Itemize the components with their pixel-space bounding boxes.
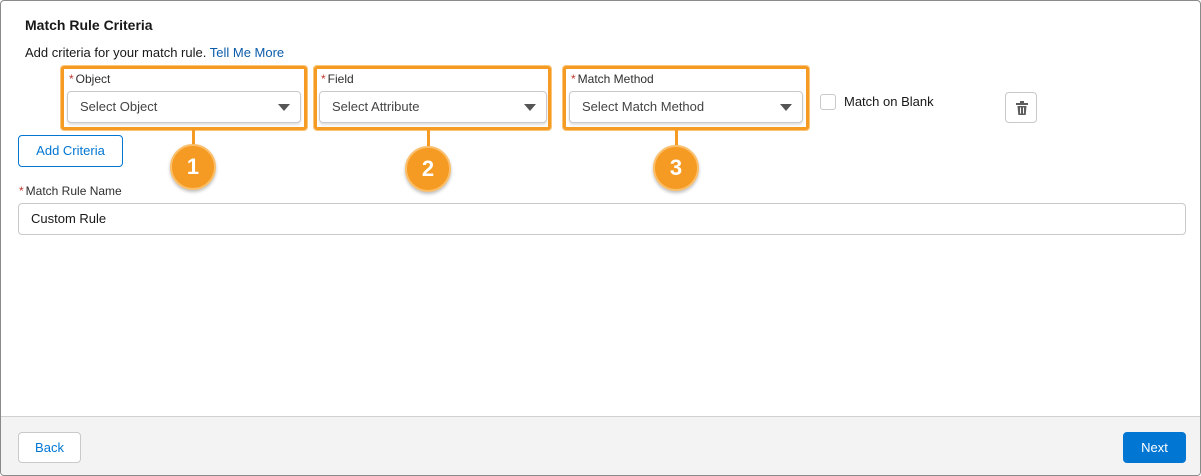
match-on-blank-label: Match on Blank bbox=[844, 94, 934, 109]
back-button[interactable]: Back bbox=[18, 432, 81, 463]
next-button[interactable]: Next bbox=[1123, 432, 1186, 463]
field-select-value: Select Attribute bbox=[332, 99, 420, 114]
callout-badge-2: 2 bbox=[405, 146, 451, 192]
object-field-label: * Object bbox=[69, 72, 110, 86]
field-select[interactable]: Select Attribute bbox=[319, 91, 547, 123]
field-label-text: Field bbox=[327, 72, 354, 86]
match-method-field-label: * Match Method bbox=[571, 72, 654, 86]
required-mark: * bbox=[321, 72, 326, 86]
required-mark: * bbox=[69, 72, 74, 86]
caret-down-icon bbox=[278, 104, 290, 111]
page-subtitle: Add criteria for your match rule. Tell M… bbox=[25, 45, 284, 60]
match-rule-panel: Match Rule Criteria Add criteria for you… bbox=[0, 0, 1201, 476]
page-title: Match Rule Criteria bbox=[25, 17, 153, 33]
match-on-blank-checkbox[interactable] bbox=[820, 94, 836, 110]
match-method-select-value: Select Match Method bbox=[582, 99, 705, 114]
rule-name-input[interactable]: Custom Rule bbox=[18, 203, 1186, 235]
trash-icon bbox=[1016, 101, 1028, 115]
footer-bar: Back Next bbox=[1, 416, 1200, 475]
caret-down-icon bbox=[524, 104, 536, 111]
match-method-label-text: Match Method bbox=[577, 72, 654, 86]
object-select[interactable]: Select Object bbox=[67, 91, 301, 123]
match-method-select[interactable]: Select Match Method bbox=[569, 91, 803, 123]
rule-name-label: * Match Rule Name bbox=[19, 184, 122, 198]
callout-badge-3: 3 bbox=[653, 145, 699, 191]
object-label-text: Object bbox=[75, 72, 111, 86]
delete-criteria-button[interactable] bbox=[1005, 92, 1037, 123]
callout-badge-1: 1 bbox=[170, 144, 216, 190]
subtitle-text: Add criteria for your match rule. bbox=[25, 45, 207, 60]
required-mark: * bbox=[19, 184, 24, 198]
rule-name-label-text: Match Rule Name bbox=[25, 184, 122, 198]
add-criteria-button[interactable]: Add Criteria bbox=[18, 135, 123, 167]
object-select-value: Select Object bbox=[80, 99, 158, 114]
caret-down-icon bbox=[780, 104, 792, 111]
field-field-label: * Field bbox=[321, 72, 354, 86]
required-mark: * bbox=[571, 72, 576, 86]
tell-me-more-link[interactable]: Tell Me More bbox=[210, 45, 284, 60]
